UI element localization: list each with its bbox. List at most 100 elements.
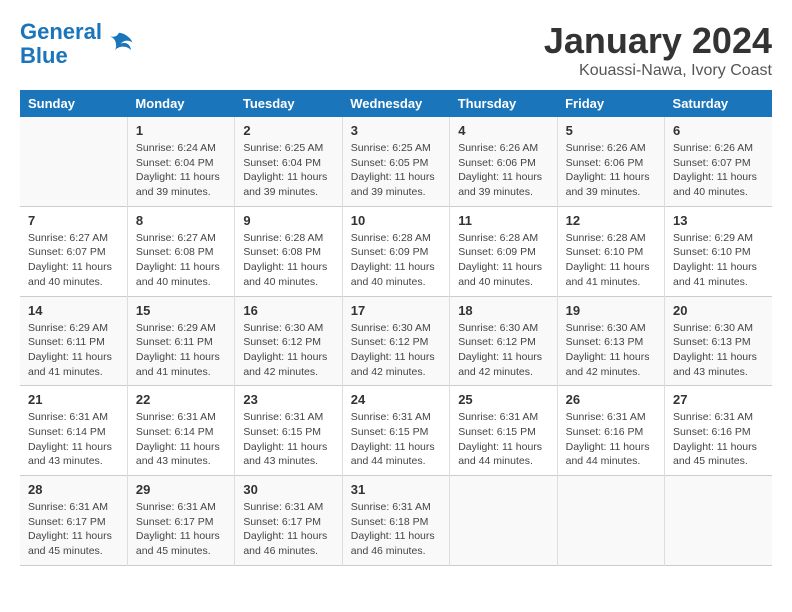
day-info: Sunrise: 6:30 AM Sunset: 6:12 PM Dayligh… <box>351 321 441 380</box>
day-info: Sunrise: 6:31 AM Sunset: 6:14 PM Dayligh… <box>136 410 226 469</box>
day-cell: 28 Sunrise: 6:31 AM Sunset: 6:17 PM Dayli… <box>20 476 127 566</box>
day-cell: 1 Sunrise: 6:24 AM Sunset: 6:04 PM Daylig… <box>127 117 234 206</box>
day-info: Sunrise: 6:27 AM Sunset: 6:08 PM Dayligh… <box>136 231 226 290</box>
day-cell: 21Sunrise: 6:31 AM Sunset: 6:14 PM Dayli… <box>20 386 127 476</box>
day-number: 17 <box>351 303 441 318</box>
day-info: Sunrise: 6:24 AM Sunset: 6:04 PM Dayligh… <box>136 141 226 200</box>
day-cell: 17 Sunrise: 6:30 AM Sunset: 6:12 PM Dayli… <box>342 296 449 386</box>
day-number: 4 <box>458 123 548 138</box>
day-cell: 29 Sunrise: 6:31 AM Sunset: 6:17 PM Dayli… <box>127 476 234 566</box>
day-info: Sunrise: 6:31 AM Sunset: 6:18 PM Dayligh… <box>351 500 441 559</box>
day-info: Sunrise: 6:26 AM Sunset: 6:07 PM Dayligh… <box>673 141 764 200</box>
day-number: 27 <box>673 392 764 407</box>
day-cell: 5 Sunrise: 6:26 AM Sunset: 6:06 PM Daylig… <box>557 117 664 206</box>
day-info: Sunrise: 6:31 AM Sunset: 6:17 PM Dayligh… <box>28 500 119 559</box>
day-number: 10 <box>351 213 441 228</box>
day-info: Sunrise: 6:25 AM Sunset: 6:04 PM Dayligh… <box>243 141 333 200</box>
day-cell: 26Sunrise: 6:31 AM Sunset: 6:16 PM Dayli… <box>557 386 664 476</box>
day-number: 28 <box>28 482 119 497</box>
day-cell: 3Sunrise: 6:25 AM Sunset: 6:05 PM Daylig… <box>342 117 449 206</box>
day-cell: 15Sunrise: 6:29 AM Sunset: 6:11 PM Dayli… <box>127 296 234 386</box>
day-cell: 19 Sunrise: 6:30 AM Sunset: 6:13 PM Dayli… <box>557 296 664 386</box>
day-number: 11 <box>458 213 548 228</box>
day-info: Sunrise: 6:31 AM Sunset: 6:16 PM Dayligh… <box>673 410 764 469</box>
day-info: Sunrise: 6:31 AM Sunset: 6:15 PM Dayligh… <box>243 410 333 469</box>
day-cell: 20 Sunrise: 6:30 AM Sunset: 6:13 PM Dayli… <box>665 296 772 386</box>
day-number: 16 <box>243 303 333 318</box>
day-cell: 8 Sunrise: 6:27 AM Sunset: 6:08 PM Daylig… <box>127 206 234 296</box>
day-cell: 6 Sunrise: 6:26 AM Sunset: 6:07 PM Daylig… <box>665 117 772 206</box>
subtitle: Kouassi-Nawa, Ivory Coast <box>544 62 772 80</box>
day-info: Sunrise: 6:26 AM Sunset: 6:06 PM Dayligh… <box>458 141 548 200</box>
day-cell <box>450 476 557 566</box>
week-row-1: 1 Sunrise: 6:24 AM Sunset: 6:04 PM Daylig… <box>20 117 772 206</box>
day-cell <box>665 476 772 566</box>
day-number: 6 <box>673 123 764 138</box>
day-cell: 24 Sunrise: 6:31 AM Sunset: 6:15 PM Dayli… <box>342 386 449 476</box>
header-friday: Friday <box>557 90 664 117</box>
page-header: GeneralBlue January 2024 Kouassi-Nawa, I… <box>20 20 772 80</box>
day-cell: 16 Sunrise: 6:30 AM Sunset: 6:12 PM Dayli… <box>235 296 342 386</box>
day-info: Sunrise: 6:30 AM Sunset: 6:12 PM Dayligh… <box>458 321 548 380</box>
header-wednesday: Wednesday <box>342 90 449 117</box>
day-info: Sunrise: 6:27 AM Sunset: 6:07 PM Dayligh… <box>28 231 119 290</box>
day-number: 15 <box>136 303 226 318</box>
day-cell: 22 Sunrise: 6:31 AM Sunset: 6:14 PM Dayli… <box>127 386 234 476</box>
day-number: 26 <box>566 392 656 407</box>
day-info: Sunrise: 6:30 AM Sunset: 6:13 PM Dayligh… <box>673 321 764 380</box>
day-info: Sunrise: 6:28 AM Sunset: 6:08 PM Dayligh… <box>243 231 333 290</box>
day-number: 22 <box>136 392 226 407</box>
day-info: Sunrise: 6:31 AM Sunset: 6:17 PM Dayligh… <box>243 500 333 559</box>
day-number: 13 <box>673 213 764 228</box>
day-cell: 10 Sunrise: 6:28 AM Sunset: 6:09 PM Dayli… <box>342 206 449 296</box>
header-tuesday: Tuesday <box>235 90 342 117</box>
day-cell: 18 Sunrise: 6:30 AM Sunset: 6:12 PM Dayli… <box>450 296 557 386</box>
day-number: 1 <box>136 123 226 138</box>
day-number: 7 <box>28 213 119 228</box>
day-info: Sunrise: 6:31 AM Sunset: 6:15 PM Dayligh… <box>351 410 441 469</box>
day-info: Sunrise: 6:30 AM Sunset: 6:12 PM Dayligh… <box>243 321 333 380</box>
title-section: January 2024 Kouassi-Nawa, Ivory Coast <box>544 20 772 80</box>
day-number: 2 <box>243 123 333 138</box>
day-cell: 25Sunrise: 6:31 AM Sunset: 6:15 PM Dayli… <box>450 386 557 476</box>
day-cell: 27 Sunrise: 6:31 AM Sunset: 6:16 PM Dayli… <box>665 386 772 476</box>
day-cell: 31Sunrise: 6:31 AM Sunset: 6:18 PM Dayli… <box>342 476 449 566</box>
header-monday: Monday <box>127 90 234 117</box>
week-row-5: 28 Sunrise: 6:31 AM Sunset: 6:17 PM Dayli… <box>20 476 772 566</box>
header-sunday: Sunday <box>20 90 127 117</box>
day-number: 21 <box>28 392 119 407</box>
day-cell: 30 Sunrise: 6:31 AM Sunset: 6:17 PM Dayli… <box>235 476 342 566</box>
day-info: Sunrise: 6:26 AM Sunset: 6:06 PM Dayligh… <box>566 141 656 200</box>
calendar-table: SundayMondayTuesdayWednesdayThursdayFrid… <box>20 90 772 566</box>
day-number: 24 <box>351 392 441 407</box>
week-row-4: 21 Sunrise: 6:31 AM Sunset: 6:14 PM Dayli… <box>20 386 772 476</box>
day-cell: 23 Sunrise: 6:31 AM Sunset: 6:15 PM Dayli… <box>235 386 342 476</box>
header-row: SundayMondayTuesdayWednesdayThursdayFrid… <box>20 90 772 117</box>
day-info: Sunrise: 6:31 AM Sunset: 6:17 PM Dayligh… <box>136 500 226 559</box>
day-number: 29 <box>136 482 226 497</box>
day-cell: 4 Sunrise: 6:26 AM Sunset: 6:06 PM Daylig… <box>450 117 557 206</box>
day-info: Sunrise: 6:28 AM Sunset: 6:09 PM Dayligh… <box>351 231 441 290</box>
week-row-3: 14Sunrise: 6:29 AM Sunset: 6:11 PM Dayli… <box>20 296 772 386</box>
day-cell: 7 Sunrise: 6:27 AM Sunset: 6:07 PM Daylig… <box>20 206 127 296</box>
day-number: 12 <box>566 213 656 228</box>
day-number: 20 <box>673 303 764 318</box>
calendar-header: SundayMondayTuesdayWednesdayThursdayFrid… <box>20 90 772 117</box>
main-title: January 2024 <box>544 20 772 62</box>
day-number: 5 <box>566 123 656 138</box>
day-info: Sunrise: 6:30 AM Sunset: 6:13 PM Dayligh… <box>566 321 656 380</box>
day-number: 18 <box>458 303 548 318</box>
day-info: Sunrise: 6:29 AM Sunset: 6:10 PM Dayligh… <box>673 231 764 290</box>
day-number: 8 <box>136 213 226 228</box>
day-number: 19 <box>566 303 656 318</box>
day-cell: 12Sunrise: 6:28 AM Sunset: 6:10 PM Dayli… <box>557 206 664 296</box>
day-number: 30 <box>243 482 333 497</box>
logo-text: GeneralBlue <box>20 20 102 68</box>
day-info: Sunrise: 6:28 AM Sunset: 6:09 PM Dayligh… <box>458 231 548 290</box>
day-number: 23 <box>243 392 333 407</box>
day-cell <box>557 476 664 566</box>
logo-icon <box>104 29 134 59</box>
day-info: Sunrise: 6:29 AM Sunset: 6:11 PM Dayligh… <box>28 321 119 380</box>
day-cell: 14Sunrise: 6:29 AM Sunset: 6:11 PM Dayli… <box>20 296 127 386</box>
header-saturday: Saturday <box>665 90 772 117</box>
